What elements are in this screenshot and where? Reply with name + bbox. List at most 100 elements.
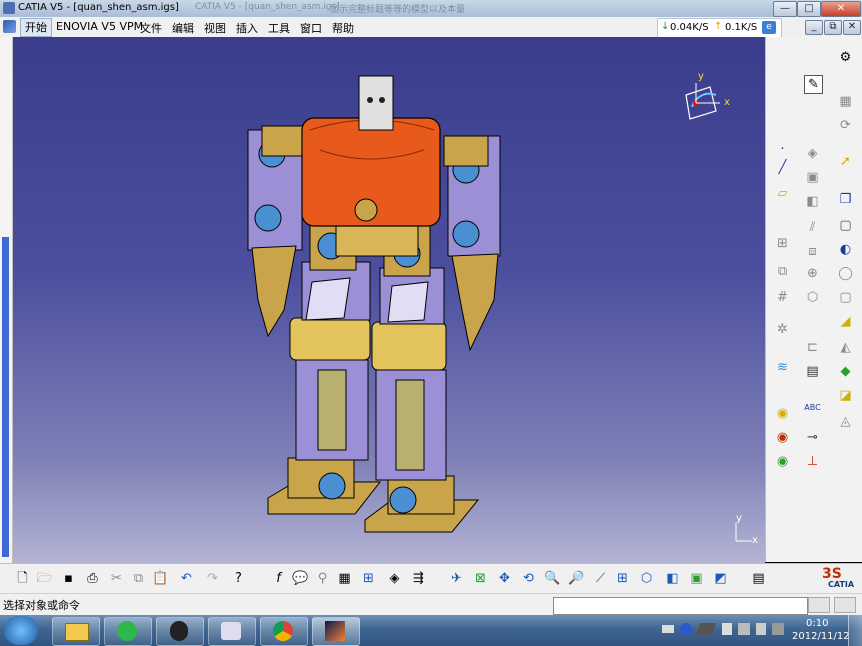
pinned-app-task-button[interactable] [208,617,256,646]
tree-icon[interactable]: ⊞ [360,570,377,587]
catia-task-button[interactable] [312,617,360,646]
menu-edit[interactable]: 编辑 [172,20,194,36]
offset-icon[interactable]: ⊕ [804,265,821,282]
arrow-select-icon[interactable]: ➚ [837,153,854,170]
scroll-thumb[interactable] [2,237,9,557]
catalog-browser-icon[interactable]: ◬ [837,413,854,430]
menu-help[interactable]: 帮助 [332,20,354,36]
3d-viewport[interactable]: y x y x [0,37,765,563]
plane-icon[interactable]: ▱ [774,185,791,202]
start-orb-icon[interactable] [4,616,38,645]
scene-icon[interactable]: ▢ [837,289,854,306]
minimize-button[interactable]: — [773,1,797,17]
stamp-icon[interactable]: ⊥ [804,453,821,470]
fly-icon[interactable]: ✈ [448,570,465,587]
explorer-task-button[interactable] [52,617,100,646]
mdi-close-button[interactable]: ✕ [843,20,861,35]
zoom-in-icon[interactable]: 🔍 [544,570,561,587]
volume-tray-icon[interactable] [756,623,766,635]
multi-view-icon[interactable]: ⊞ [614,570,631,587]
help-tray-icon[interactable] [680,623,692,635]
shading-icon[interactable]: ◧ [664,570,681,587]
mdi-minimize-button[interactable]: _ [805,20,823,35]
text-icon[interactable]: ✲ [774,321,791,338]
distance-icon[interactable]: ◆ [837,363,854,380]
tray-flag-icon[interactable] [722,623,732,635]
fit-all-icon[interactable]: ⊠ [472,570,489,587]
menu-start[interactable]: 开始 [20,18,52,37]
keyboard-icon[interactable] [662,625,674,633]
gear-icon[interactable]: ⚙ [837,49,854,66]
status-button-1[interactable] [808,597,830,613]
qq-task-button[interactable] [156,617,204,646]
hide-show-icon[interactable]: ▣ [688,570,705,587]
angle-icon[interactable]: ◯ [837,265,854,282]
open-icon[interactable]: 🗁 [36,570,53,587]
left-scrollbar[interactable] [0,37,13,563]
annotation-icon[interactable]: ◢ [837,313,854,330]
material-icon[interactable]: ◉ [774,405,791,422]
document-icon[interactable] [3,20,16,33]
pan-icon[interactable]: ✥ [496,570,513,587]
menu-file[interactable]: 文件 [140,20,162,36]
tray-app-icon[interactable] [695,623,717,635]
section-icon[interactable]: ▤ [804,363,821,380]
clock-date[interactable]: 2012/11/12 [792,631,850,642]
grid-icon[interactable]: ▦ [336,570,353,587]
existing-component-icon[interactable]: ◧ [804,193,821,210]
copy-icon[interactable]: ⧉ [130,570,147,587]
battery-tray-icon[interactable] [772,623,784,635]
axis-icon[interactable]: ⫽ [804,219,821,236]
print-icon[interactable]: ⎙ [84,570,101,587]
new-part-icon[interactable]: ❐ [837,191,854,208]
catalog-icon[interactable]: ⬡ [804,289,821,306]
maximize-button[interactable]: □ [797,1,821,17]
undo-icon[interactable]: ↶ [178,570,195,587]
snap-icon[interactable]: ⧈ [804,243,821,260]
menu-window[interactable]: 窗口 [300,20,322,36]
constraint-icon[interactable]: ⧉ [774,263,791,280]
update-icon[interactable]: ⟳ [837,117,854,134]
paste-icon[interactable]: 📋 [152,570,169,587]
product-icon[interactable]: ◈ [804,145,821,162]
catia-app-icon[interactable] [3,2,15,14]
swap-space-icon[interactable]: ◩ [712,570,729,587]
browser-icon[interactable]: e [762,21,776,34]
command-input[interactable] [553,597,808,615]
robot-model[interactable] [0,37,765,563]
show-desktop-button[interactable] [848,615,862,646]
tools-icon[interactable]: ⚲ [314,570,331,587]
measure-icon[interactable]: ▦ [837,93,854,110]
cut-icon[interactable]: ✂ [108,570,125,587]
network-tray-icon[interactable] [738,623,750,635]
menu-insert[interactable]: 插入 [236,20,258,36]
chart-tool-icon[interactable]: ◪ [837,387,854,404]
close-button[interactable]: ✕ [821,1,861,17]
formula-icon[interactable]: f [270,570,287,587]
iso-view-icon[interactable]: ⬡ [638,570,655,587]
properties-icon[interactable]: ▤ [750,570,767,587]
fix-icon[interactable]: # [774,289,791,306]
status-button-2[interactable] [834,597,856,613]
flag-icon[interactable]: ⊏ [804,339,821,356]
green-app-task-button[interactable] [104,617,152,646]
whats-this-icon[interactable]: ? [230,570,247,587]
rotate-icon[interactable]: ⟲ [520,570,537,587]
mdi-restore-button[interactable]: ⧉ [824,20,842,35]
hide-icon[interactable]: ◈ [386,570,403,587]
sketch-icon[interactable]: ✎ [804,75,823,94]
replace-icon[interactable]: ▢ [837,217,854,234]
weld-icon[interactable]: ◭ [837,339,854,356]
render-icon[interactable]: ◉ [774,429,791,446]
zoom-out-icon[interactable]: 🔎 [568,570,585,587]
chrome-task-button[interactable] [260,617,308,646]
explode-icon[interactable]: ◐ [837,241,854,258]
menu-tools[interactable]: 工具 [268,20,290,36]
save-icon[interactable]: ▪ [60,570,77,587]
point-icon[interactable]: · [774,141,791,158]
tag-icon[interactable]: ⊸ [804,429,821,446]
redo-icon[interactable]: ↷ [204,570,221,587]
menu-enovia[interactable]: ENOVIA V5 VPM [56,20,143,33]
line-icon[interactable]: ╱ [774,159,791,176]
component-icon[interactable]: ▣ [804,169,821,186]
